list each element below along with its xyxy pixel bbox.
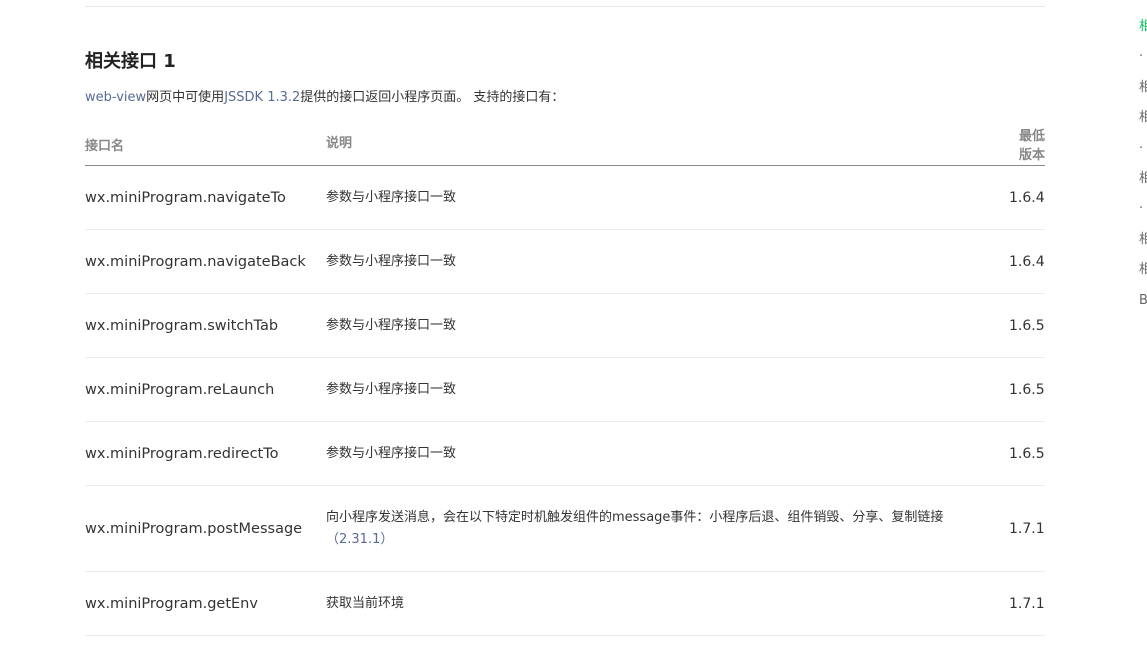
api-description-text: 参数与小程序接口一致 <box>326 445 457 461</box>
divider <box>85 6 1045 7</box>
api-table: 接口名 说明 最低版本 wx.miniProgram.navigateTo 参数与… <box>85 123 1045 636</box>
toc-item[interactable]: 相 <box>1139 73 1147 103</box>
toc-item[interactable]: 相 <box>1139 103 1147 133</box>
min-version: 1.6.5 <box>1009 421 1045 486</box>
jssdk-link[interactable]: JSSDK 1.3.2 <box>224 90 300 105</box>
toc-item[interactable]: 相 <box>1139 164 1147 194</box>
toc-item[interactable]: · <box>1139 194 1147 224</box>
api-description: 参数与小程序接口一致 <box>326 421 1009 486</box>
api-name: wx.miniProgram.navigateTo <box>85 165 326 230</box>
api-description-text: 参数与小程序接口一致 <box>326 317 457 333</box>
api-name: wx.miniProgram.postMessage <box>85 485 326 572</box>
api-name: wx.miniProgram.switchTab <box>85 293 326 358</box>
table-row: wx.miniProgram.getEnv 获取当前环境 1.7.1 <box>85 571 1045 636</box>
min-version: 1.6.5 <box>1009 357 1045 422</box>
min-version: 1.7.1 <box>1009 485 1045 572</box>
api-description: 参数与小程序接口一致 <box>326 357 1009 422</box>
api-description-text: 参数与小程序接口一致 <box>326 381 457 397</box>
api-description-version: （2.31.1） <box>326 531 394 547</box>
toc-item[interactable]: · <box>1139 42 1147 72</box>
table-row: wx.miniProgram.redirectTo 参数与小程序接口一致 1.6.5 <box>85 421 1045 486</box>
api-description: 向小程序发送消息，会在以下特定时机触发组件的message事件：小程序后退、组件… <box>326 485 1009 572</box>
table-row: wx.miniProgram.postMessage 向小程序发送消息，会在以下特… <box>85 485 1045 572</box>
intro-paragraph: web-view网页中可使用JSSDK 1.3.2提供的接口返回小程序页面。 支… <box>85 89 564 107</box>
api-description-text: 参数与小程序接口一致 <box>326 189 457 205</box>
table-row: wx.miniProgram.switchTab 参数与小程序接口一致 1.6.5 <box>85 293 1045 358</box>
table-row: wx.miniProgram.reLaunch 参数与小程序接口一致 1.6.5 <box>85 357 1045 422</box>
toc-item[interactable]: 相 <box>1139 225 1147 255</box>
section-title: 相关接口 1 <box>85 51 176 72</box>
toc-item[interactable]: 相 <box>1139 12 1147 42</box>
api-description: 参数与小程序接口一致 <box>326 293 1009 358</box>
api-name: wx.miniProgram.navigateBack <box>85 229 326 294</box>
api-description-text: 参数与小程序接口一致 <box>326 253 457 269</box>
api-description-text: 获取当前环境 <box>326 595 405 611</box>
header-version: 最低版本 <box>1009 123 1045 166</box>
table-header-row: 接口名 说明 最低版本 <box>85 123 1045 166</box>
docs-page: 相关接口 1 web-view网页中可使用JSSDK 1.3.2提供的接口返回小… <box>0 0 1147 661</box>
table-row: wx.miniProgram.navigateTo 参数与小程序接口一致 1.6.4 <box>85 165 1045 230</box>
table-body: wx.miniProgram.navigateTo 参数与小程序接口一致 1.6.4… <box>85 165 1045 636</box>
intro-text-1: 网页中可使用 <box>146 90 225 105</box>
header-desc: 说明 <box>326 123 1009 166</box>
api-description: 参数与小程序接口一致 <box>326 229 1009 294</box>
min-version: 1.6.4 <box>1009 229 1045 294</box>
min-version: 1.6.5 <box>1009 293 1045 358</box>
table-row: wx.miniProgram.navigateBack 参数与小程序接口一致 1.6… <box>85 229 1045 294</box>
web-view-link[interactable]: web-view <box>85 90 146 105</box>
intro-text-2: 提供的接口返回小程序页面。 支持的接口有： <box>300 90 565 105</box>
min-version: 1.7.1 <box>1009 571 1045 636</box>
toc-item[interactable]: · <box>1139 134 1147 164</box>
api-description-text: 向小程序发送消息，会在以下特定时机触发组件的message事件：小程序后退、组件… <box>326 509 944 525</box>
header-name: 接口名 <box>85 123 326 166</box>
api-name: wx.miniProgram.reLaunch <box>85 357 326 422</box>
api-description: 参数与小程序接口一致 <box>326 165 1009 230</box>
toc-item[interactable]: B <box>1139 286 1147 316</box>
api-description: 获取当前环境 <box>326 571 1009 636</box>
api-name: wx.miniProgram.getEnv <box>85 571 326 636</box>
min-version: 1.6.4 <box>1009 165 1045 230</box>
table-of-contents: 相 · 相相 · 相 · 相相 B <box>1139 12 1147 316</box>
api-name: wx.miniProgram.redirectTo <box>85 421 326 486</box>
toc-item[interactable]: 相 <box>1139 255 1147 285</box>
